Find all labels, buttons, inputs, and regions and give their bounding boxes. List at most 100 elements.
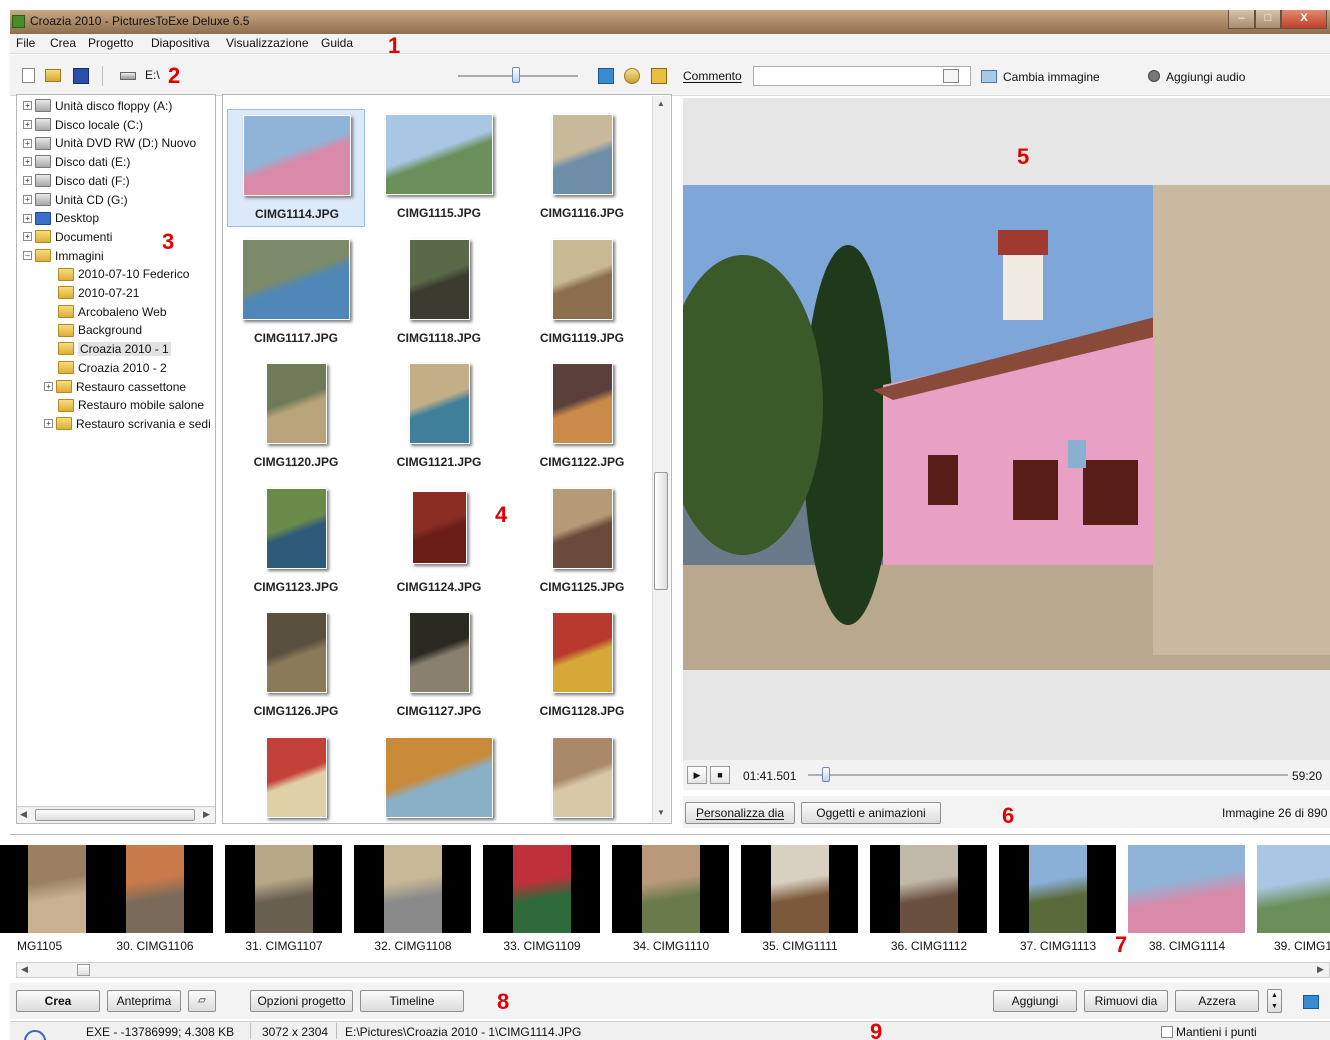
thumbnail[interactable]: CIMG1124.JPG: [370, 483, 508, 601]
image-folder-icon[interactable]: [624, 68, 640, 84]
tree-item[interactable]: + Unità CD (G:): [23, 192, 128, 210]
thumbnail[interactable]: CIMG1119.JPG: [513, 234, 651, 352]
filmstrip-scroll-thumb[interactable]: [77, 964, 90, 976]
tree-item[interactable]: + Documenti: [23, 229, 112, 247]
fit-view-icon[interactable]: [598, 68, 614, 84]
filmstrip-hscrollbar[interactable]: ◀ ▶: [16, 962, 1330, 978]
timeline-slider-track[interactable]: [808, 774, 1288, 776]
scroll-left-arrow[interactable]: ◀: [20, 809, 27, 820]
tree-item[interactable]: + Disco locale (C:): [23, 117, 143, 135]
expand-view-icon[interactable]: [1303, 995, 1319, 1009]
tree-expander-icon[interactable]: –: [23, 250, 32, 260]
tree-expander-icon[interactable]: +: [23, 232, 32, 242]
tree-expander-icon[interactable]: +: [23, 194, 32, 204]
filmstrip-slide[interactable]: [354, 845, 471, 933]
drive-label[interactable]: E:\: [145, 68, 160, 82]
tree-expander-icon[interactable]: +: [23, 101, 32, 111]
thumbnail[interactable]: CIMG1123.JPG: [227, 483, 365, 601]
tree-expander-icon[interactable]: +: [23, 120, 32, 130]
keep-points-checkbox[interactable]: [1161, 1026, 1173, 1038]
minimize-button[interactable]: –: [1228, 10, 1255, 29]
preview-button[interactable]: Anteprima: [107, 990, 181, 1012]
tree-expander-icon[interactable]: +: [23, 138, 32, 148]
comment-input[interactable]: [753, 66, 971, 86]
tree-item[interactable]: + Disco dati (F:): [23, 173, 130, 191]
tree-item[interactable]: + Disco dati (E:): [23, 154, 130, 172]
scroll-up-arrow[interactable]: ▲: [657, 99, 665, 108]
tree-item[interactable]: + Restauro cassettone: [44, 379, 186, 397]
tree-item[interactable]: Background: [44, 322, 142, 340]
tree-item[interactable]: Croazia 2010 - 2: [44, 360, 167, 378]
reset-button[interactable]: Azzera: [1175, 990, 1259, 1012]
thumbnail[interactable]: [513, 732, 651, 824]
order-spinner[interactable]: ▲ ▼: [1267, 989, 1282, 1013]
customize-slide-button[interactable]: Personalizza dia: [685, 802, 795, 824]
filmstrip-slide[interactable]: [612, 845, 729, 933]
film-scroll-right-arrow[interactable]: ▶: [1317, 964, 1324, 975]
tree-item[interactable]: 2010-07-21: [44, 285, 139, 303]
scroll-down-arrow[interactable]: ▼: [657, 808, 665, 817]
save-icon[interactable]: [73, 68, 89, 84]
add-audio-button[interactable]: Aggiungi audio: [1166, 70, 1245, 84]
tree-item[interactable]: Arcobaleno Web: [44, 304, 167, 322]
filmstrip-slide[interactable]: [1128, 845, 1245, 933]
close-button[interactable]: X: [1281, 10, 1327, 29]
filmstrip-slide[interactable]: [999, 845, 1116, 933]
tree-item[interactable]: Croazia 2010 - 1: [44, 341, 171, 359]
maximize-button[interactable]: □: [1255, 10, 1281, 29]
menu-progetto[interactable]: Progetto: [88, 36, 133, 50]
add-slide-button[interactable]: Aggiungi: [993, 990, 1077, 1012]
play-button[interactable]: ▶: [687, 766, 707, 784]
tree-hscroll-thumb[interactable]: [35, 809, 195, 821]
filmstrip-slide[interactable]: [225, 845, 342, 933]
thumbnail[interactable]: CIMG1121.JPG: [370, 358, 508, 476]
thumbnail[interactable]: CIMG1127.JPG: [370, 607, 508, 725]
folder-up-icon[interactable]: [651, 68, 667, 84]
tree-expander-icon[interactable]: +: [23, 213, 32, 223]
thumbnail[interactable]: CIMG1115.JPG: [370, 109, 508, 227]
thumbnail[interactable]: [370, 732, 508, 824]
project-options-button[interactable]: Opzioni progetto: [250, 990, 353, 1012]
tree-hscrollbar[interactable]: ◀ ▶: [17, 806, 215, 823]
filmstrip-slide[interactable]: [483, 845, 600, 933]
menu-crea[interactable]: Crea: [50, 36, 76, 50]
film-scroll-left-arrow[interactable]: ◀: [21, 964, 28, 975]
stop-button[interactable]: ■: [710, 766, 730, 784]
tree-item[interactable]: + Restauro scrivania e sedi: [44, 416, 211, 434]
timeline-button[interactable]: Timeline: [360, 990, 464, 1012]
timeline-slider-thumb[interactable]: [822, 767, 831, 782]
tree-item[interactable]: Restauro mobile salone: [44, 397, 204, 415]
tree-expander-icon[interactable]: +: [44, 419, 53, 429]
filmstrip-slide[interactable]: [741, 845, 858, 933]
scroll-right-arrow[interactable]: ▶: [203, 809, 210, 820]
thumbnail-vscroll-thumb[interactable]: [654, 472, 668, 590]
thumbnail[interactable]: CIMG1120.JPG: [227, 358, 365, 476]
change-image-button[interactable]: Cambia immagine: [1003, 70, 1100, 84]
tree-item[interactable]: + Desktop: [23, 210, 99, 228]
menu-guida[interactable]: Guida: [321, 36, 353, 50]
thumbnail[interactable]: CIMG1117.JPG: [227, 234, 365, 352]
tree-item[interactable]: – Immagini: [23, 248, 104, 266]
tree-item[interactable]: 2010-07-10 Federico: [44, 266, 189, 284]
objects-animations-button[interactable]: Oggetti e animazioni: [801, 802, 941, 824]
thumbnail[interactable]: CIMG1125.JPG: [513, 483, 651, 601]
menu-file[interactable]: File: [16, 36, 35, 50]
thumbnail[interactable]: CIMG1128.JPG: [513, 607, 651, 725]
new-file-icon[interactable]: [22, 68, 35, 83]
thumbnail[interactable]: [227, 732, 365, 824]
tree-expander-icon[interactable]: +: [44, 381, 53, 391]
drive-icon[interactable]: [120, 72, 136, 80]
filmstrip-slide[interactable]: [96, 845, 213, 933]
thumbnail[interactable]: CIMG1114.JPG: [227, 109, 365, 227]
thumbnail[interactable]: CIMG1116.JPG: [513, 109, 651, 227]
create-button[interactable]: Crea: [16, 990, 100, 1012]
tree-item[interactable]: + Unità DVD RW (D:) Nuovo: [23, 135, 196, 153]
thumbnail[interactable]: CIMG1122.JPG: [513, 358, 651, 476]
open-folder-icon[interactable]: [45, 69, 61, 82]
menu-visualizzazione[interactable]: Visualizzazione: [226, 36, 309, 50]
tree-expander-icon[interactable]: +: [23, 157, 32, 167]
zoom-slider-thumb[interactable]: [512, 67, 520, 83]
thumbnail[interactable]: CIMG1118.JPG: [370, 234, 508, 352]
thumbnail[interactable]: CIMG1126.JPG: [227, 607, 365, 725]
tree-item[interactable]: + Unità disco floppy (A:): [23, 98, 172, 116]
